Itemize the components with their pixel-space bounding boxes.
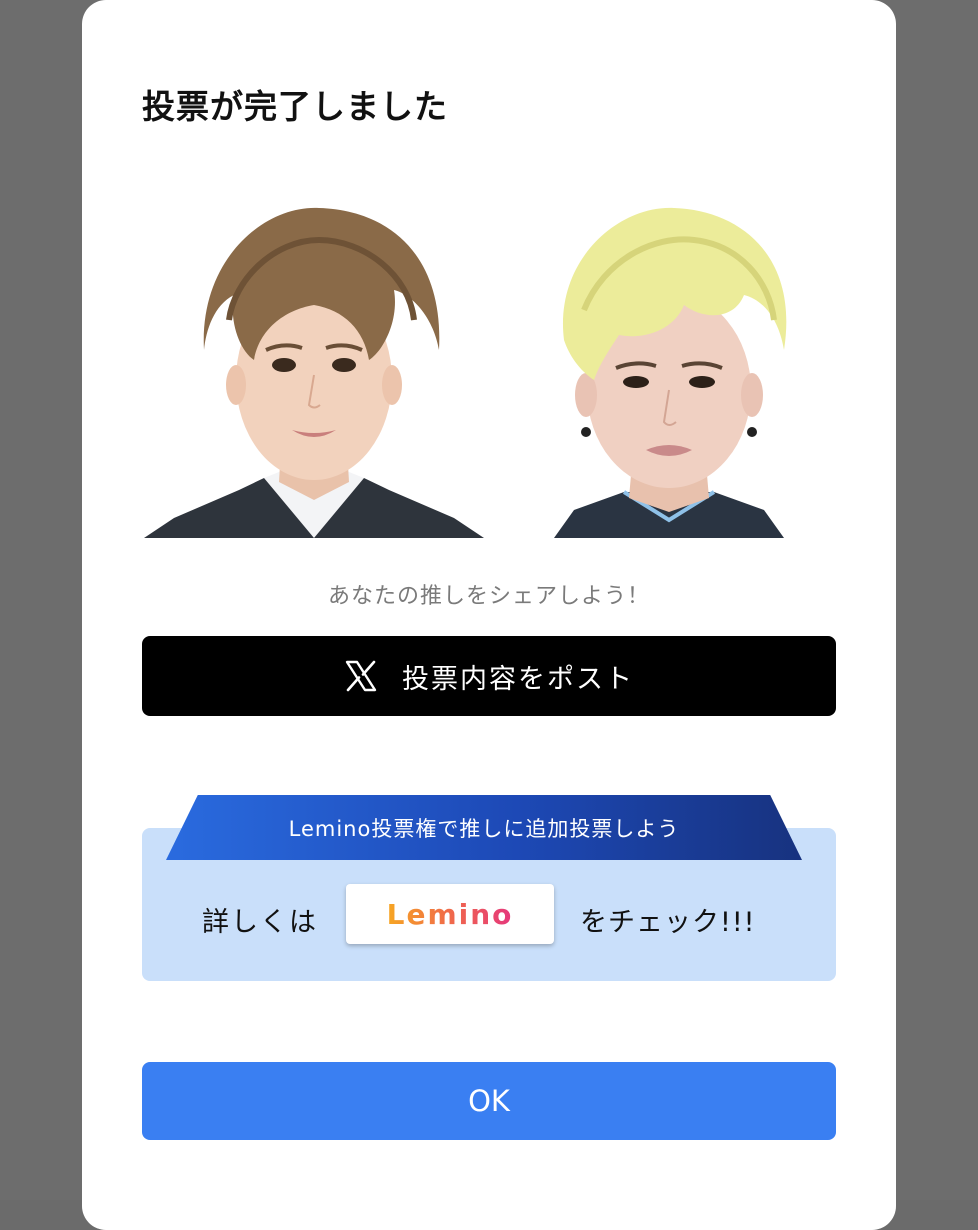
promo-prefix: 詳しくは [202, 907, 318, 938]
promo-row: 詳しくは Lemino をチェック!!! [142, 884, 836, 944]
portraits [144, 200, 834, 538]
lemino-link-button[interactable]: Lemino [346, 884, 554, 944]
post-vote-label: 投票内容をポスト [402, 663, 634, 695]
portrait-photo-2 [554, 207, 787, 538]
post-vote-button[interactable]: 投票内容をポスト [142, 636, 836, 716]
promo-ribbon: Lemino投票権で推しに追加投票しよう [166, 795, 802, 860]
modal-title: 投票が完了しました [142, 87, 448, 126]
lemino-logo: Lemino [386, 897, 514, 931]
promo-suffix: をチェック!!! [580, 907, 756, 938]
portrait-photo-1 [144, 207, 484, 538]
share-caption: あなたの推しをシェアしよう！ [327, 584, 650, 609]
ok-button-label: OK [468, 1084, 510, 1118]
promo-ribbon-text: Lemino投票権で推しに追加投票しよう [288, 816, 680, 841]
vote-complete-modal: 投票が完了しました あなたの推しをシェアしよう！ 投票内容をポスト Lemino… [82, 0, 896, 1230]
ok-button[interactable]: OK [142, 1062, 836, 1140]
x-logo-icon [345, 660, 377, 692]
